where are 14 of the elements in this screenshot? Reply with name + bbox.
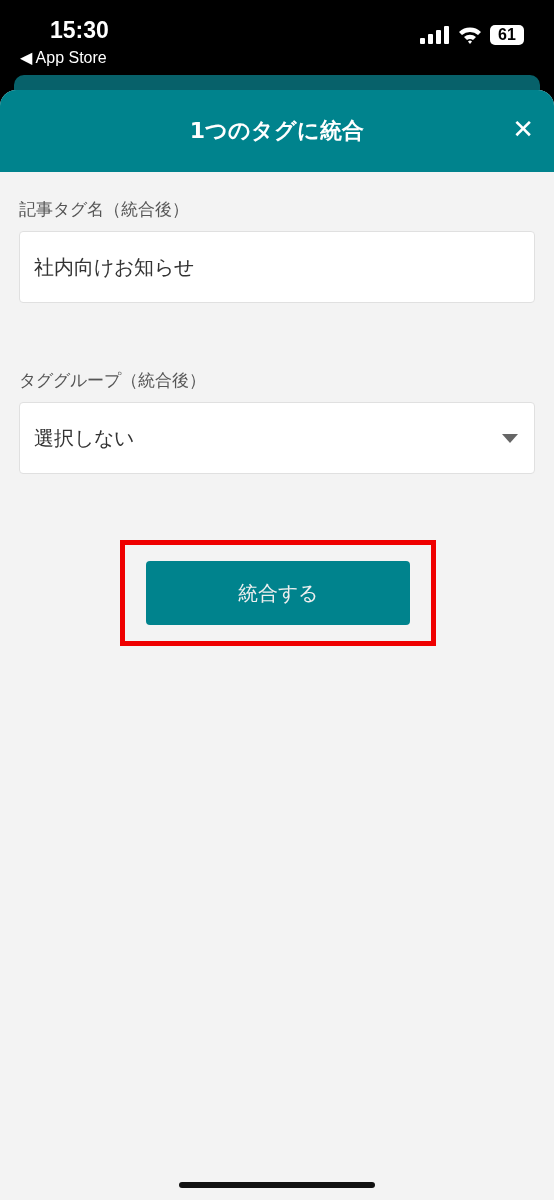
field-label: タググループ（統合後） — [19, 369, 207, 392]
modal-title: 1つのタグに統合 — [189, 117, 365, 145]
wifi-icon — [458, 26, 482, 44]
signal-icon — [420, 26, 450, 44]
input-field[interactable]: 社内向けお知らせ — [19, 231, 535, 303]
merge-button[interactable]: 統合する — [146, 561, 410, 625]
select-field[interactable]: 選択しない — [19, 402, 535, 474]
battery-indicator: 61 — [490, 25, 524, 45]
back-link[interactable]: ◀ App Store — [20, 48, 107, 67]
dropdown-caret-icon — [502, 433, 518, 443]
field-label: 記事タグ名（統合後） — [19, 198, 190, 221]
clock-time: 15:30 — [50, 16, 109, 44]
close-button[interactable]: ✕ — [506, 110, 540, 148]
select-value: 選択しない — [34, 424, 134, 452]
